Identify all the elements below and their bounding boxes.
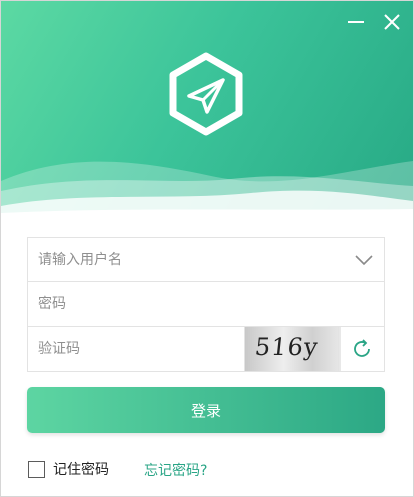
minimize-button[interactable] [345, 11, 367, 33]
username-dropdown-button[interactable] [352, 248, 376, 272]
password-field-row [27, 282, 385, 327]
remember-password-toggle[interactable]: 记住密码 [28, 459, 109, 479]
wave-decoration [1, 161, 413, 219]
login-form: 516y [27, 237, 385, 372]
remember-password-label: 记住密码 [53, 462, 109, 478]
captcha-refresh-button[interactable] [338, 327, 384, 371]
chevron-down-icon [355, 255, 373, 266]
forgot-password-link[interactable]: 忘记密码? [144, 460, 207, 480]
captcha-image[interactable]: 516y [244, 327, 341, 371]
paper-plane-hexagon-icon [167, 52, 245, 136]
login-window: 516y 登录 记住密码 忘记密码? [0, 0, 414, 497]
remember-password-checkbox[interactable] [28, 460, 45, 478]
header-banner [1, 1, 413, 219]
username-field-row [27, 237, 385, 282]
close-button[interactable] [381, 11, 403, 33]
captcha-input[interactable] [28, 327, 248, 370]
captcha-text: 516y [253, 333, 320, 361]
username-input[interactable] [28, 238, 328, 281]
password-input[interactable] [28, 282, 328, 325]
close-icon [384, 14, 400, 30]
captcha-field-row: 516y [27, 327, 385, 372]
minimize-icon [348, 21, 364, 23]
refresh-icon [353, 339, 370, 357]
login-button[interactable]: 登录 [27, 387, 385, 433]
